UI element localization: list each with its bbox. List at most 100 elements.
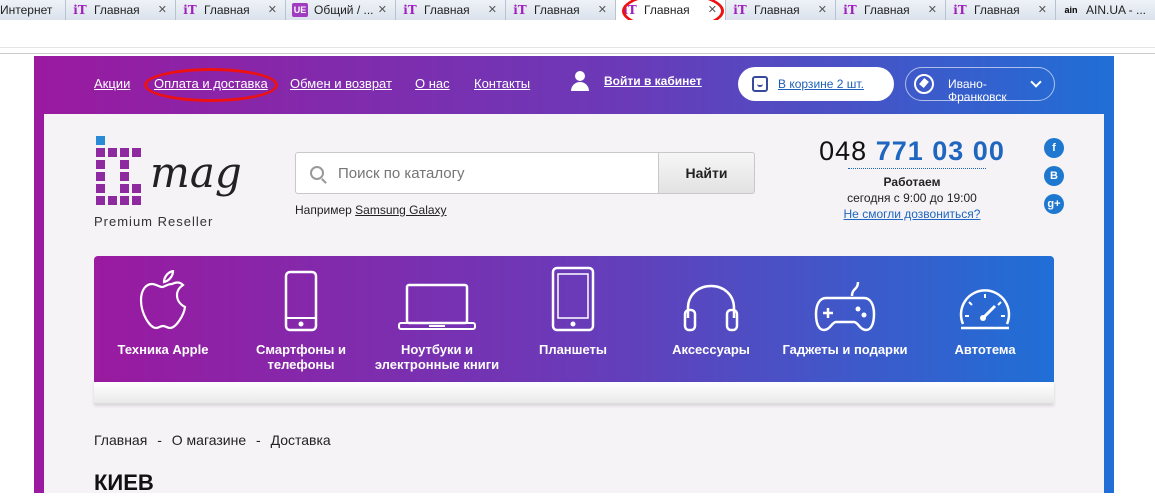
logo-wordmark: mag bbox=[150, 148, 242, 197]
itmag-favicon-icon: iT bbox=[843, 3, 857, 17]
nav-link-promo[interactable]: Акции bbox=[94, 76, 130, 91]
search-example: Например Samsung Galaxy bbox=[295, 203, 447, 217]
category-accessories[interactable]: Аксессуары bbox=[636, 266, 786, 357]
site-page: Акции Оплата и доставка Обмен и возврат … bbox=[34, 56, 1114, 495]
apple-icon bbox=[88, 266, 238, 332]
close-icon[interactable]: ✕ bbox=[488, 3, 497, 16]
gamepad-icon bbox=[770, 266, 920, 332]
phone-main: 771 03 00 bbox=[875, 136, 1005, 166]
itmag-favicon-icon: iT bbox=[73, 3, 87, 17]
search-field[interactable] bbox=[295, 152, 659, 194]
browser-tab[interactable]: Интернет bbox=[0, 0, 66, 20]
search-box: Найти bbox=[295, 152, 755, 194]
category-label: Планшеты bbox=[538, 342, 608, 357]
tablet-icon bbox=[498, 266, 648, 332]
itmag-favicon-icon: iT bbox=[953, 3, 967, 17]
example-prefix: Например bbox=[295, 203, 352, 217]
itmag-favicon-icon: iT bbox=[513, 3, 527, 17]
logo-tagline: Premium Reseller bbox=[94, 214, 214, 229]
category-label: Гаджеты и подарки bbox=[782, 342, 908, 357]
browser-tab[interactable]: iT Главная ✕ bbox=[836, 0, 946, 20]
laptop-icon bbox=[362, 266, 512, 332]
tab-label: Интернет bbox=[0, 3, 53, 17]
close-icon[interactable]: ✕ bbox=[1038, 3, 1047, 16]
tab-label: Главная bbox=[974, 3, 1020, 17]
facebook-icon[interactable]: f bbox=[1044, 138, 1064, 158]
close-icon[interactable]: ✕ bbox=[158, 3, 167, 16]
category-label: Автотема bbox=[954, 342, 1016, 357]
work-hours: сегодня с 9:00 до 19:00 bbox=[847, 191, 977, 205]
tab-label: Главная bbox=[204, 3, 250, 17]
breadcrumb: Главная - О магазине - Доставка bbox=[94, 432, 337, 448]
cart-label: В корзине 2 шт. bbox=[778, 77, 864, 91]
content-card: mag Premium Reseller Найти Например Sams… bbox=[44, 114, 1104, 495]
smartphone-icon bbox=[226, 266, 376, 332]
itmag-favicon-icon: iT bbox=[183, 3, 197, 17]
category-label: Смартфоны и телефоны bbox=[256, 342, 346, 372]
category-smartphones[interactable]: Смартфоны и телефоны bbox=[226, 266, 376, 372]
cart-button[interactable]: В корзине 2 шт. bbox=[738, 67, 894, 101]
close-icon[interactable]: ✕ bbox=[268, 3, 277, 16]
tab-label: Общий / ... bbox=[314, 3, 374, 17]
breadcrumb-home[interactable]: Главная bbox=[94, 432, 147, 448]
nav-link-exchange-return[interactable]: Обмен и возврат bbox=[290, 76, 392, 91]
callback-link[interactable]: Не смогли дозвониться? bbox=[792, 207, 1032, 221]
contact-block: 048 771 03 00 Работаем сегодня с 9:00 до… bbox=[792, 136, 1032, 221]
category-label: Техника Apple bbox=[117, 342, 209, 357]
browser-tab[interactable]: UE Общий / ... ✕ bbox=[286, 0, 396, 20]
browser-tab[interactable]: ain AIN.UA - ... bbox=[1056, 0, 1155, 20]
browser-tab[interactable]: iT Главная ✕ bbox=[176, 0, 286, 20]
category-tablets[interactable]: Планшеты bbox=[498, 266, 648, 357]
category-label: Ноутбуки и электронные книги bbox=[374, 342, 500, 372]
compass-icon bbox=[914, 74, 934, 94]
breadcrumb-current: Доставка bbox=[270, 432, 331, 448]
itmag-favicon-icon: iT bbox=[403, 3, 417, 17]
browser-tab[interactable]: iT Главная ✕ bbox=[506, 0, 616, 20]
example-link[interactable]: Samsung Galaxy bbox=[355, 203, 446, 217]
browser-tab[interactable]: iT Главная ✕ bbox=[946, 0, 1056, 20]
city-label: Ивано-Франковск bbox=[948, 77, 1007, 104]
page-title: КИЕВ bbox=[94, 470, 154, 495]
vkontakte-icon[interactable]: B bbox=[1044, 166, 1064, 186]
chevron-down-icon bbox=[1030, 76, 1042, 88]
close-icon[interactable]: ✕ bbox=[928, 3, 937, 16]
speedometer-icon bbox=[910, 266, 1060, 332]
nav-link-about[interactable]: О нас bbox=[415, 76, 450, 91]
city-selector[interactable]: Ивано-Франковск bbox=[905, 67, 1055, 104]
breadcrumb-separator: - bbox=[157, 432, 162, 448]
login-link[interactable]: Войти в кабинет bbox=[570, 70, 702, 92]
category-laptops[interactable]: Ноутбуки и электронные книги bbox=[362, 266, 512, 372]
browser-tab-bar: Интернет iT Главная ✕ iT Главная ✕ UE Об… bbox=[0, 0, 1155, 20]
search-input[interactable] bbox=[338, 164, 638, 182]
phone-code: 048 bbox=[819, 136, 868, 166]
phone-number[interactable]: 048 771 03 00 bbox=[792, 136, 1032, 167]
category-menu: Техника Apple Смартфоны и телефоны Ноутб… bbox=[94, 256, 1054, 382]
category-apple[interactable]: Техника Apple bbox=[88, 266, 238, 357]
work-status: Работаем bbox=[883, 175, 941, 189]
tab-label: Главная bbox=[424, 3, 470, 17]
search-button[interactable]: Найти bbox=[659, 152, 755, 194]
close-icon[interactable]: ✕ bbox=[598, 3, 607, 16]
category-menu-shadow bbox=[94, 382, 1054, 404]
itmag-logo[interactable]: mag Premium Reseller bbox=[94, 136, 244, 229]
breadcrumb-about[interactable]: О магазине bbox=[172, 432, 246, 448]
headphones-icon bbox=[636, 266, 786, 332]
tab-label: Главная bbox=[94, 3, 140, 17]
tab-label: Главная bbox=[754, 3, 800, 17]
close-icon[interactable]: ✕ bbox=[818, 3, 827, 16]
tab-label: AIN.UA - ... bbox=[1086, 3, 1147, 17]
browser-tab[interactable]: iT Главная ✕ bbox=[726, 0, 836, 20]
nav-link-contacts[interactable]: Контакты bbox=[474, 76, 530, 91]
tab-label: Главная bbox=[534, 3, 580, 17]
breadcrumb-separator: - bbox=[256, 432, 261, 448]
browser-toolbar bbox=[0, 20, 1155, 54]
google-plus-icon[interactable]: g+ bbox=[1044, 194, 1064, 214]
itmag-favicon-icon: iT bbox=[733, 3, 747, 17]
category-auto[interactable]: Автотема bbox=[910, 266, 1060, 357]
ue-favicon-icon: UE bbox=[292, 3, 308, 17]
close-icon[interactable]: ✕ bbox=[378, 3, 387, 16]
browser-tab[interactable]: iT Главная ✕ bbox=[66, 0, 176, 20]
category-gadgets[interactable]: Гаджеты и подарки bbox=[770, 266, 920, 357]
user-icon bbox=[570, 70, 590, 92]
browser-tab[interactable]: iT Главная ✕ bbox=[396, 0, 506, 20]
